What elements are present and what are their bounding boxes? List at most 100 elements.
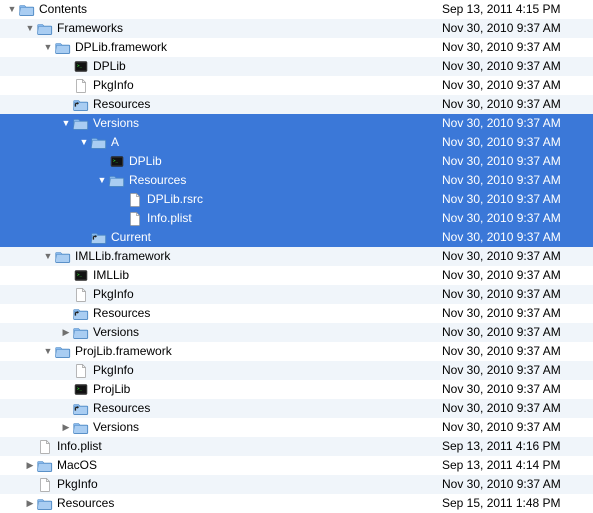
date-modified: Nov 30, 2010 9:37 AM	[438, 133, 593, 152]
alias-icon	[73, 401, 89, 417]
folder-icon	[37, 496, 53, 512]
disclosure-triangle-icon[interactable]: ▶	[24, 456, 36, 475]
date-modified: Nov 30, 2010 9:37 AM	[438, 38, 593, 57]
svg-text:>_: >_	[77, 386, 83, 391]
file-row[interactable]: ▶CurrentNov 30, 2010 9:37 AM	[0, 228, 593, 247]
file-row[interactable]: ▶ResourcesNov 30, 2010 9:37 AM	[0, 95, 593, 114]
file-row[interactable]: ▶DPLib.rsrcNov 30, 2010 9:37 AM	[0, 190, 593, 209]
item-name: PkgInfo	[92, 76, 134, 95]
doc-icon	[127, 192, 143, 208]
name-column: ▶ Versions	[0, 418, 438, 437]
date-modified: Sep 15, 2011 1:48 PM	[438, 494, 593, 513]
name-column: ▶PkgInfo	[0, 361, 438, 380]
date-modified: Nov 30, 2010 9:37 AM	[438, 361, 593, 380]
item-name: PkgInfo	[92, 361, 134, 380]
item-name: Current	[110, 228, 151, 247]
date-modified: Nov 30, 2010 9:37 AM	[438, 57, 593, 76]
name-column: ▼ ProjLib.framework	[0, 342, 438, 361]
file-row[interactable]: ▶PkgInfoNov 30, 2010 9:37 AM	[0, 285, 593, 304]
item-name: Frameworks	[56, 19, 123, 38]
file-row[interactable]: ▶PkgInfoNov 30, 2010 9:37 AM	[0, 475, 593, 494]
file-row[interactable]: ▼ProjLib.frameworkNov 30, 2010 9:37 AM	[0, 342, 593, 361]
alias-icon	[91, 230, 107, 246]
date-modified: Nov 30, 2010 9:37 AM	[438, 475, 593, 494]
item-name: Info.plist	[146, 209, 192, 228]
item-name: Versions	[92, 418, 139, 437]
disclosure-triangle-icon[interactable]: ▼	[42, 342, 54, 361]
item-name: Resources	[56, 494, 114, 513]
date-modified: Nov 30, 2010 9:37 AM	[438, 266, 593, 285]
date-modified: Nov 30, 2010 9:37 AM	[438, 114, 593, 133]
exec-icon: >_	[73, 268, 89, 284]
item-name: Versions	[92, 323, 139, 342]
item-name: Resources	[92, 399, 150, 418]
disclosure-triangle-icon[interactable]: ▼	[6, 0, 18, 19]
file-row[interactable]: ▼ Versions Nov 30, 2010 9:37 AM	[0, 114, 593, 133]
date-modified: Nov 30, 2010 9:37 AM	[438, 228, 593, 247]
doc-icon	[73, 363, 89, 379]
disclosure-triangle-icon[interactable]: ▼	[60, 114, 72, 133]
file-row[interactable]: ▼IMLLib.frameworkNov 30, 2010 9:37 AM	[0, 247, 593, 266]
date-modified: Nov 30, 2010 9:37 AM	[438, 209, 593, 228]
disclosure-triangle-icon[interactable]: ▶	[60, 418, 72, 437]
name-column: ▶>_ProjLib	[0, 380, 438, 399]
doc-icon	[37, 477, 53, 493]
exec-icon: >_	[73, 382, 89, 398]
date-modified: Nov 30, 2010 9:37 AM	[438, 304, 593, 323]
file-row[interactable]: ▶MacOSSep 13, 2011 4:14 PM	[0, 456, 593, 475]
file-row[interactable]: ▼ResourcesNov 30, 2010 9:37 AM	[0, 171, 593, 190]
name-column: ▶PkgInfo	[0, 475, 438, 494]
date-modified: Nov 30, 2010 9:37 AM	[438, 76, 593, 95]
file-row[interactable]: ▶ResourcesNov 30, 2010 9:37 AM	[0, 304, 593, 323]
file-row[interactable]: ▼ANov 30, 2010 9:37 AM	[0, 133, 593, 152]
folder-icon	[55, 344, 71, 360]
name-column: ▶Resources	[0, 399, 438, 418]
item-name: PkgInfo	[92, 285, 134, 304]
disclosure-triangle-icon[interactable]: ▼	[24, 19, 36, 38]
date-modified: Sep 13, 2011 4:16 PM	[438, 437, 593, 456]
file-row[interactable]: ▶>_DPLibNov 30, 2010 9:37 AM	[0, 152, 593, 171]
disclosure-triangle-icon[interactable]: ▼	[42, 38, 54, 57]
disclosure-triangle-icon[interactable]: ▼	[96, 171, 108, 190]
item-name: ProjLib.framework	[74, 342, 172, 361]
folder-icon	[73, 116, 89, 132]
date-modified: Nov 30, 2010 9:37 AM	[438, 380, 593, 399]
file-row[interactable]: ▶Info.plistNov 30, 2010 9:37 AM	[0, 209, 593, 228]
exec-icon: >_	[73, 59, 89, 75]
file-row[interactable]: ▶Info.plistSep 13, 2011 4:16 PM	[0, 437, 593, 456]
date-modified: Sep 13, 2011 4:15 PM	[438, 0, 593, 19]
disclosure-triangle-icon[interactable]: ▶	[24, 494, 36, 513]
folder-icon	[19, 2, 35, 18]
name-column: ▼ IMLLib.framework	[0, 247, 438, 266]
file-row[interactable]: ▶ Resources Sep 15, 2011 1:48 PM	[0, 494, 593, 513]
item-name: IMLLib.framework	[74, 247, 170, 266]
item-name: ProjLib	[92, 380, 130, 399]
file-row[interactable]: ▶ResourcesNov 30, 2010 9:37 AM	[0, 399, 593, 418]
folder-icon	[73, 420, 89, 436]
svg-text:>_: >_	[113, 158, 119, 163]
file-row[interactable]: ▶>_ProjLibNov 30, 2010 9:37 AM	[0, 380, 593, 399]
svg-text:>_: >_	[77, 272, 83, 277]
date-modified: Nov 30, 2010 9:37 AM	[438, 152, 593, 171]
disclosure-triangle-icon[interactable]: ▼	[78, 133, 90, 152]
item-name: Versions	[92, 114, 139, 133]
disclosure-triangle-icon[interactable]: ▶	[60, 323, 72, 342]
disclosure-triangle-icon[interactable]: ▼	[42, 247, 54, 266]
exec-icon: >_	[109, 154, 125, 170]
file-row[interactable]: ▶PkgInfoNov 30, 2010 9:37 AM	[0, 76, 593, 95]
file-row[interactable]: ▼ContentsSep 13, 2011 4:15 PM	[0, 0, 593, 19]
file-row[interactable]: ▼ DPLib.framework Nov 30, 2010 9:37 AM	[0, 38, 593, 57]
file-row[interactable]: ▶>_IMLLibNov 30, 2010 9:37 AM	[0, 266, 593, 285]
folder-icon	[37, 458, 53, 474]
folder-icon	[73, 325, 89, 341]
file-row[interactable]: ▶>_DPLibNov 30, 2010 9:37 AM	[0, 57, 593, 76]
name-column: ▼ Frameworks	[0, 19, 438, 38]
item-name: DPLib.framework	[74, 38, 167, 57]
file-row[interactable]: ▶PkgInfoNov 30, 2010 9:37 AM	[0, 361, 593, 380]
name-column: ▶PkgInfo	[0, 285, 438, 304]
file-row[interactable]: ▶VersionsNov 30, 2010 9:37 AM	[0, 418, 593, 437]
file-row[interactable]: ▼FrameworksNov 30, 2010 9:37 AM	[0, 19, 593, 38]
alias-icon	[73, 97, 89, 113]
file-row[interactable]: ▶VersionsNov 30, 2010 9:37 AM	[0, 323, 593, 342]
date-modified: Nov 30, 2010 9:37 AM	[438, 285, 593, 304]
